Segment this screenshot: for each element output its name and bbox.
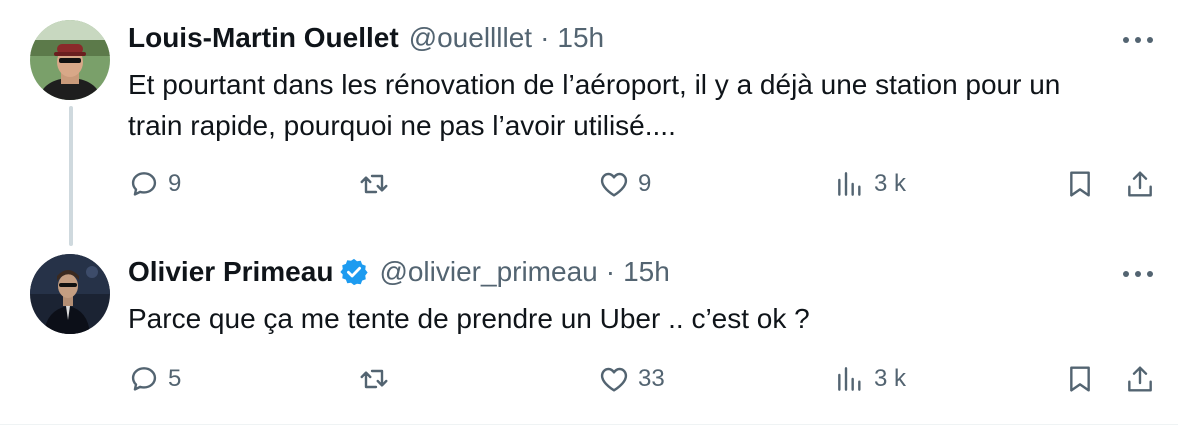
avatar-louis-martin[interactable] — [30, 20, 110, 100]
ellipsis-icon — [1123, 37, 1153, 43]
bookmark-button[interactable] — [1064, 363, 1096, 395]
reply-icon — [131, 367, 157, 391]
views-button[interactable]: 3 k — [834, 168, 906, 200]
bottom-divider — [0, 424, 1178, 425]
tweet-text-line: train rapide, pourquoi ne pas l’avoir ut… — [128, 110, 676, 141]
share-icon — [1128, 366, 1152, 392]
share-button[interactable] — [1124, 363, 1156, 395]
header-separator: · — [605, 256, 616, 287]
views-button[interactable]: 3 k — [834, 363, 906, 395]
repost-button[interactable] — [358, 363, 398, 395]
tweet-1-header: Louis-Martin Ouellet @ouellllet · 15h — [128, 22, 604, 54]
avatar-photo-icon — [30, 254, 110, 334]
views-count: 3 k — [874, 365, 907, 392]
share-icon — [1128, 171, 1152, 197]
tweet-text-line: Parce que ça me tente de prendre un Uber… — [128, 303, 810, 334]
repost-icon — [360, 369, 388, 389]
avatar-olivier-primeau[interactable] — [30, 254, 110, 334]
verified-badge-icon[interactable] — [339, 257, 369, 287]
reply-icon — [131, 172, 157, 196]
author-handle[interactable]: @olivier_primeau — [379, 256, 597, 288]
tweet-timestamp[interactable]: 15h — [623, 256, 670, 288]
author-handle[interactable]: @ouellllet — [409, 22, 532, 54]
bookmark-icon — [1070, 366, 1090, 392]
heart-icon — [600, 172, 628, 197]
more-options-button[interactable] — [1120, 262, 1156, 286]
repost-button[interactable] — [358, 168, 398, 200]
repost-icon — [360, 174, 388, 194]
views-chart-icon — [838, 172, 861, 196]
author-name[interactable]: Olivier Primeau — [128, 256, 333, 288]
like-button[interactable]: 33 — [598, 363, 665, 395]
heart-icon — [600, 367, 628, 392]
header-separator: · — [540, 22, 550, 53]
share-button[interactable] — [1124, 168, 1156, 200]
views-count: 3 k — [874, 170, 907, 197]
tweet-text-line: Et pourtant dans les rénovation de l’aér… — [128, 69, 1061, 100]
like-count: 33 — [638, 365, 665, 392]
like-button[interactable]: 9 — [598, 168, 651, 200]
views-chart-icon — [838, 367, 861, 391]
reply-button[interactable]: 5 — [128, 363, 181, 395]
bookmark-icon — [1070, 171, 1090, 197]
ellipsis-icon — [1123, 271, 1153, 277]
avatar-photo-icon — [30, 20, 110, 100]
reply-count: 9 — [168, 170, 182, 197]
like-count: 9 — [638, 170, 652, 197]
bookmark-button[interactable] — [1064, 168, 1096, 200]
tweet-actions-bar: 5 33 3 k — [128, 363, 1162, 403]
tweet-text: Et pourtant dans les rénovation de l’aér… — [128, 64, 1060, 146]
reply-button[interactable]: 9 — [128, 168, 181, 200]
tweet-text: Parce que ça me tente de prendre un Uber… — [128, 298, 810, 339]
thread-connector-line — [69, 106, 73, 246]
tweet-actions-bar: 9 9 3 k — [128, 168, 1162, 208]
tweet-timestamp[interactable]: 15h — [557, 22, 604, 54]
more-options-button[interactable] — [1120, 28, 1156, 52]
author-name[interactable]: Louis-Martin Ouellet — [128, 22, 399, 54]
reply-count: 5 — [168, 365, 182, 392]
tweet-2-header: Olivier Primeau @olivier_primeau · 15h — [128, 256, 670, 288]
